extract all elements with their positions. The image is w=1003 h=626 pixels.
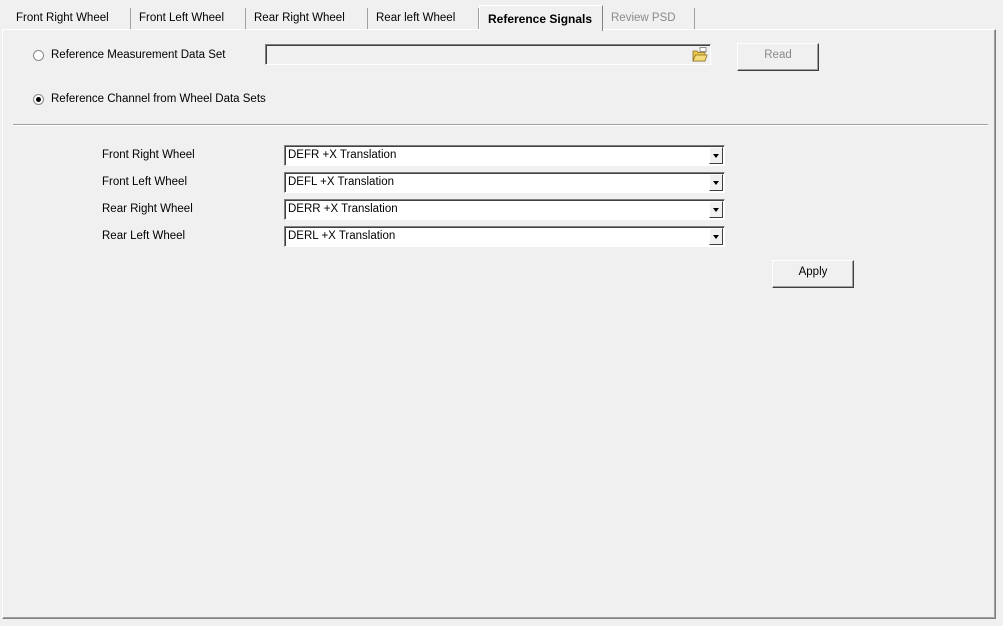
separator [13, 124, 988, 126]
channel-select-rear-left[interactable]: DERL +X Translation [284, 226, 725, 247]
tab-front-left-wheel[interactable]: Front Left Wheel [131, 8, 246, 29]
tab-rear-left-wheel[interactable]: Rear left Wheel [368, 8, 479, 29]
tab-label: Front Left Wheel [139, 12, 225, 24]
combo-value: DEFR +X Translation [288, 149, 397, 161]
tab-rear-right-wheel[interactable]: Rear Right Wheel [246, 8, 368, 29]
tab-label: Rear Right Wheel [254, 12, 345, 24]
read-button-label: Read [764, 49, 792, 61]
tab-label: Rear left Wheel [376, 12, 456, 24]
channel-select-front-right[interactable]: DEFR +X Translation [284, 145, 725, 166]
radio-reference-channel[interactable] [33, 94, 44, 105]
apply-button-label: Apply [798, 266, 828, 278]
folder-open-icon[interactable] [692, 47, 708, 62]
channel-label-front-right: Front Right Wheel [102, 149, 195, 161]
file-path-input[interactable] [265, 44, 711, 65]
radio-reference-channel-label[interactable]: Reference Channel from Wheel Data Sets [51, 93, 266, 105]
radio-reference-measurement-label[interactable]: Reference Measurement Data Set [51, 49, 226, 61]
channel-label-front-left: Front Left Wheel [102, 176, 188, 188]
tab-review-psd[interactable]: Review PSD [603, 8, 695, 29]
tab-label: Review PSD [611, 12, 676, 24]
apply-button[interactable]: Apply [772, 260, 854, 288]
tab-label: Front Right Wheel [16, 12, 109, 24]
chevron-down-icon[interactable] [709, 174, 723, 191]
chevron-down-icon[interactable] [709, 201, 723, 218]
combo-value: DERL +X Translation [288, 230, 396, 242]
combo-value: DEFL +X Translation [288, 176, 394, 188]
radio-reference-measurement[interactable] [33, 50, 44, 61]
chevron-down-icon[interactable] [709, 147, 723, 164]
tab-reference-signals[interactable]: Reference Signals [479, 5, 603, 31]
combo-value: DERR +X Translation [288, 203, 398, 215]
tab-label: Reference Signals [488, 12, 593, 26]
tab-front-right-wheel[interactable]: Front Right Wheel [8, 8, 131, 29]
tab-bar: Front Right Wheel Front Left Wheel Rear … [0, 0, 1003, 31]
channel-select-front-left[interactable]: DEFL +X Translation [284, 172, 725, 193]
read-button[interactable]: Read [737, 43, 819, 71]
channel-label-rear-right: Rear Right Wheel [102, 203, 193, 215]
chevron-down-icon[interactable] [709, 228, 723, 245]
channel-select-rear-right[interactable]: DERR +X Translation [284, 199, 725, 220]
channel-label-rear-left: Rear Left Wheel [102, 230, 186, 242]
tab-panel [2, 29, 996, 619]
